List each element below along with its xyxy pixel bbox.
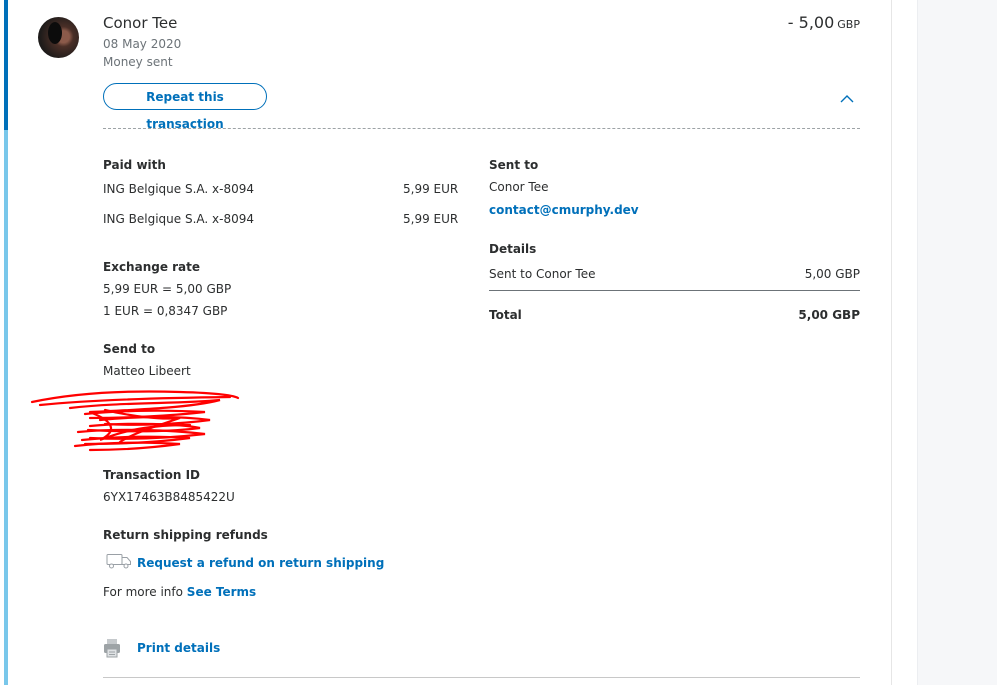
return-refunds-heading: Return shipping refunds	[103, 528, 268, 542]
exchange-rate-heading: Exchange rate	[103, 260, 201, 274]
paid-with-amount-1: 5,99 EUR	[403, 182, 459, 196]
sent-to-name: Conor Tee	[489, 180, 549, 194]
exchange-rate-line-1: 5,99 EUR = 5,00 GBP	[103, 282, 232, 296]
section-divider	[103, 128, 860, 129]
chevron-up-icon[interactable]	[839, 92, 855, 104]
details-heading: Details	[489, 242, 537, 256]
details-row-value: 5,00 GBP	[804, 267, 860, 281]
total-value: 5,00 GBP	[798, 308, 860, 322]
exchange-rate-line-2: 1 EUR = 0,8347 GBP	[103, 304, 228, 318]
expanded-accent-bar	[4, 130, 8, 685]
redaction-scribble	[30, 390, 240, 452]
bottom-divider	[103, 677, 860, 678]
right-gutter	[917, 0, 997, 685]
see-terms-link[interactable]: See Terms	[187, 585, 256, 599]
panel-divider	[891, 0, 892, 685]
avatar-detail	[48, 22, 62, 44]
send-to-heading: Send to	[103, 342, 156, 356]
recipient-name: Conor Tee	[103, 14, 178, 32]
sent-to-email[interactable]: contact@cmurphy.dev	[489, 203, 639, 217]
total-label: Total	[489, 308, 522, 322]
repeat-transaction-button[interactable]: Repeat this transaction	[103, 83, 267, 131]
paid-with-amount-2: 5,99 EUR	[403, 212, 459, 226]
amount-value: - 5,00	[787, 13, 835, 32]
amount-currency: GBP	[837, 18, 860, 31]
more-info-line: For more info See Terms	[103, 585, 256, 599]
transaction-amount: - 5,00 GBP	[788, 13, 860, 32]
send-to-name: Matteo Libeert	[103, 364, 191, 378]
paid-with-source-2: ING Belgique S.A. x-8094	[103, 212, 254, 226]
transaction-id-heading: Transaction ID	[103, 468, 201, 482]
transaction-id-value: 6YX17463B8485422U	[103, 490, 235, 504]
details-row-label: Sent to Conor Tee	[489, 267, 596, 281]
transaction-date: 08 May 2020	[103, 37, 182, 51]
truck-icon	[106, 554, 131, 569]
paid-with-source-1: ING Belgique S.A. x-8094	[103, 182, 254, 196]
printer-icon[interactable]	[103, 638, 121, 658]
paid-with-heading: Paid with	[103, 158, 166, 172]
details-divider	[489, 290, 860, 291]
transaction-status: Money sent	[103, 55, 173, 69]
request-refund-link[interactable]: Request a refund on return shipping	[137, 556, 384, 570]
selected-accent-bar	[4, 0, 8, 130]
sent-to-heading: Sent to	[489, 158, 539, 172]
print-details-link[interactable]: Print details	[137, 641, 220, 655]
more-info-prefix: For more info	[103, 585, 183, 599]
